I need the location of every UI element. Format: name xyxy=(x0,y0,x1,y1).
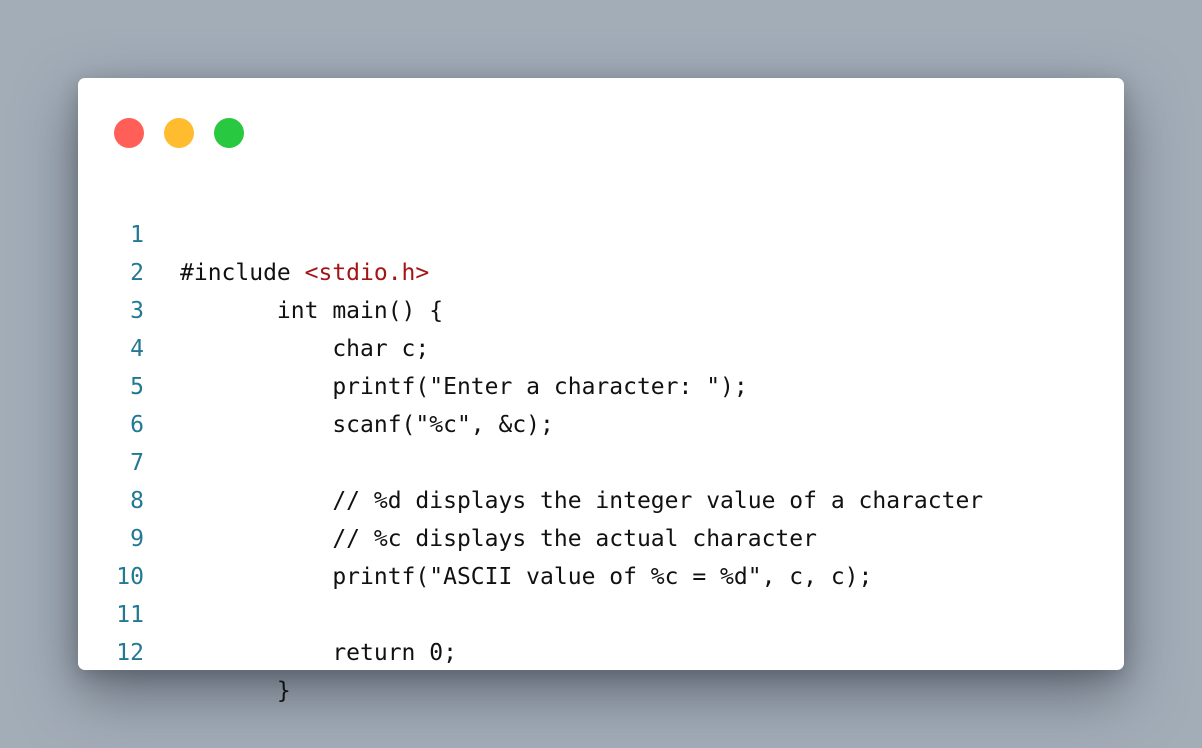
code-line: 2 int main() { xyxy=(78,216,443,324)
code-text: return 0; xyxy=(180,640,457,666)
preprocessor-directive: #include xyxy=(180,260,305,286)
code-line: 6 xyxy=(78,368,161,438)
code-line: 10 xyxy=(78,520,161,590)
code-window: 1 #include <stdio.h> 2 int main() { 3 ch… xyxy=(78,78,1124,704)
code-line: 9 printf("ASCII value of %c = %d", c, c)… xyxy=(78,482,872,590)
code-line: 5 scanf("%c", &c); xyxy=(78,330,554,438)
include-header: <stdio.h> xyxy=(304,260,430,286)
code-text: // %d displays the integer value of a ch… xyxy=(180,488,984,514)
code-line: 7 // %d displays the integer value of a … xyxy=(78,406,983,514)
code-text: } xyxy=(180,678,291,704)
minimize-dot-icon[interactable] xyxy=(164,118,194,148)
code-text: // %c displays the actual character xyxy=(180,526,817,552)
code-line: 4 printf("Enter a character: "); xyxy=(78,292,748,400)
line-number: 12 xyxy=(116,640,144,666)
close-dot-icon[interactable] xyxy=(114,118,144,148)
code-line: 1 #include <stdio.h> xyxy=(78,178,429,286)
code-line: 8 // %c displays the actual character xyxy=(78,444,817,552)
code-text: printf("ASCII value of %c = %d", c, c); xyxy=(180,564,873,590)
code-text: char c; xyxy=(180,336,430,362)
code-text: scanf("%c", &c); xyxy=(180,412,554,438)
code-text: int main() { xyxy=(180,298,444,324)
code-line: 3 char c; xyxy=(78,254,429,362)
code-text: #include <stdio.h> xyxy=(180,254,429,292)
code-line: 12 } xyxy=(78,596,290,704)
code-text: printf("Enter a character: "); xyxy=(180,374,748,400)
code-line: 11 return 0; xyxy=(78,558,457,666)
zoom-dot-icon[interactable] xyxy=(214,118,244,148)
